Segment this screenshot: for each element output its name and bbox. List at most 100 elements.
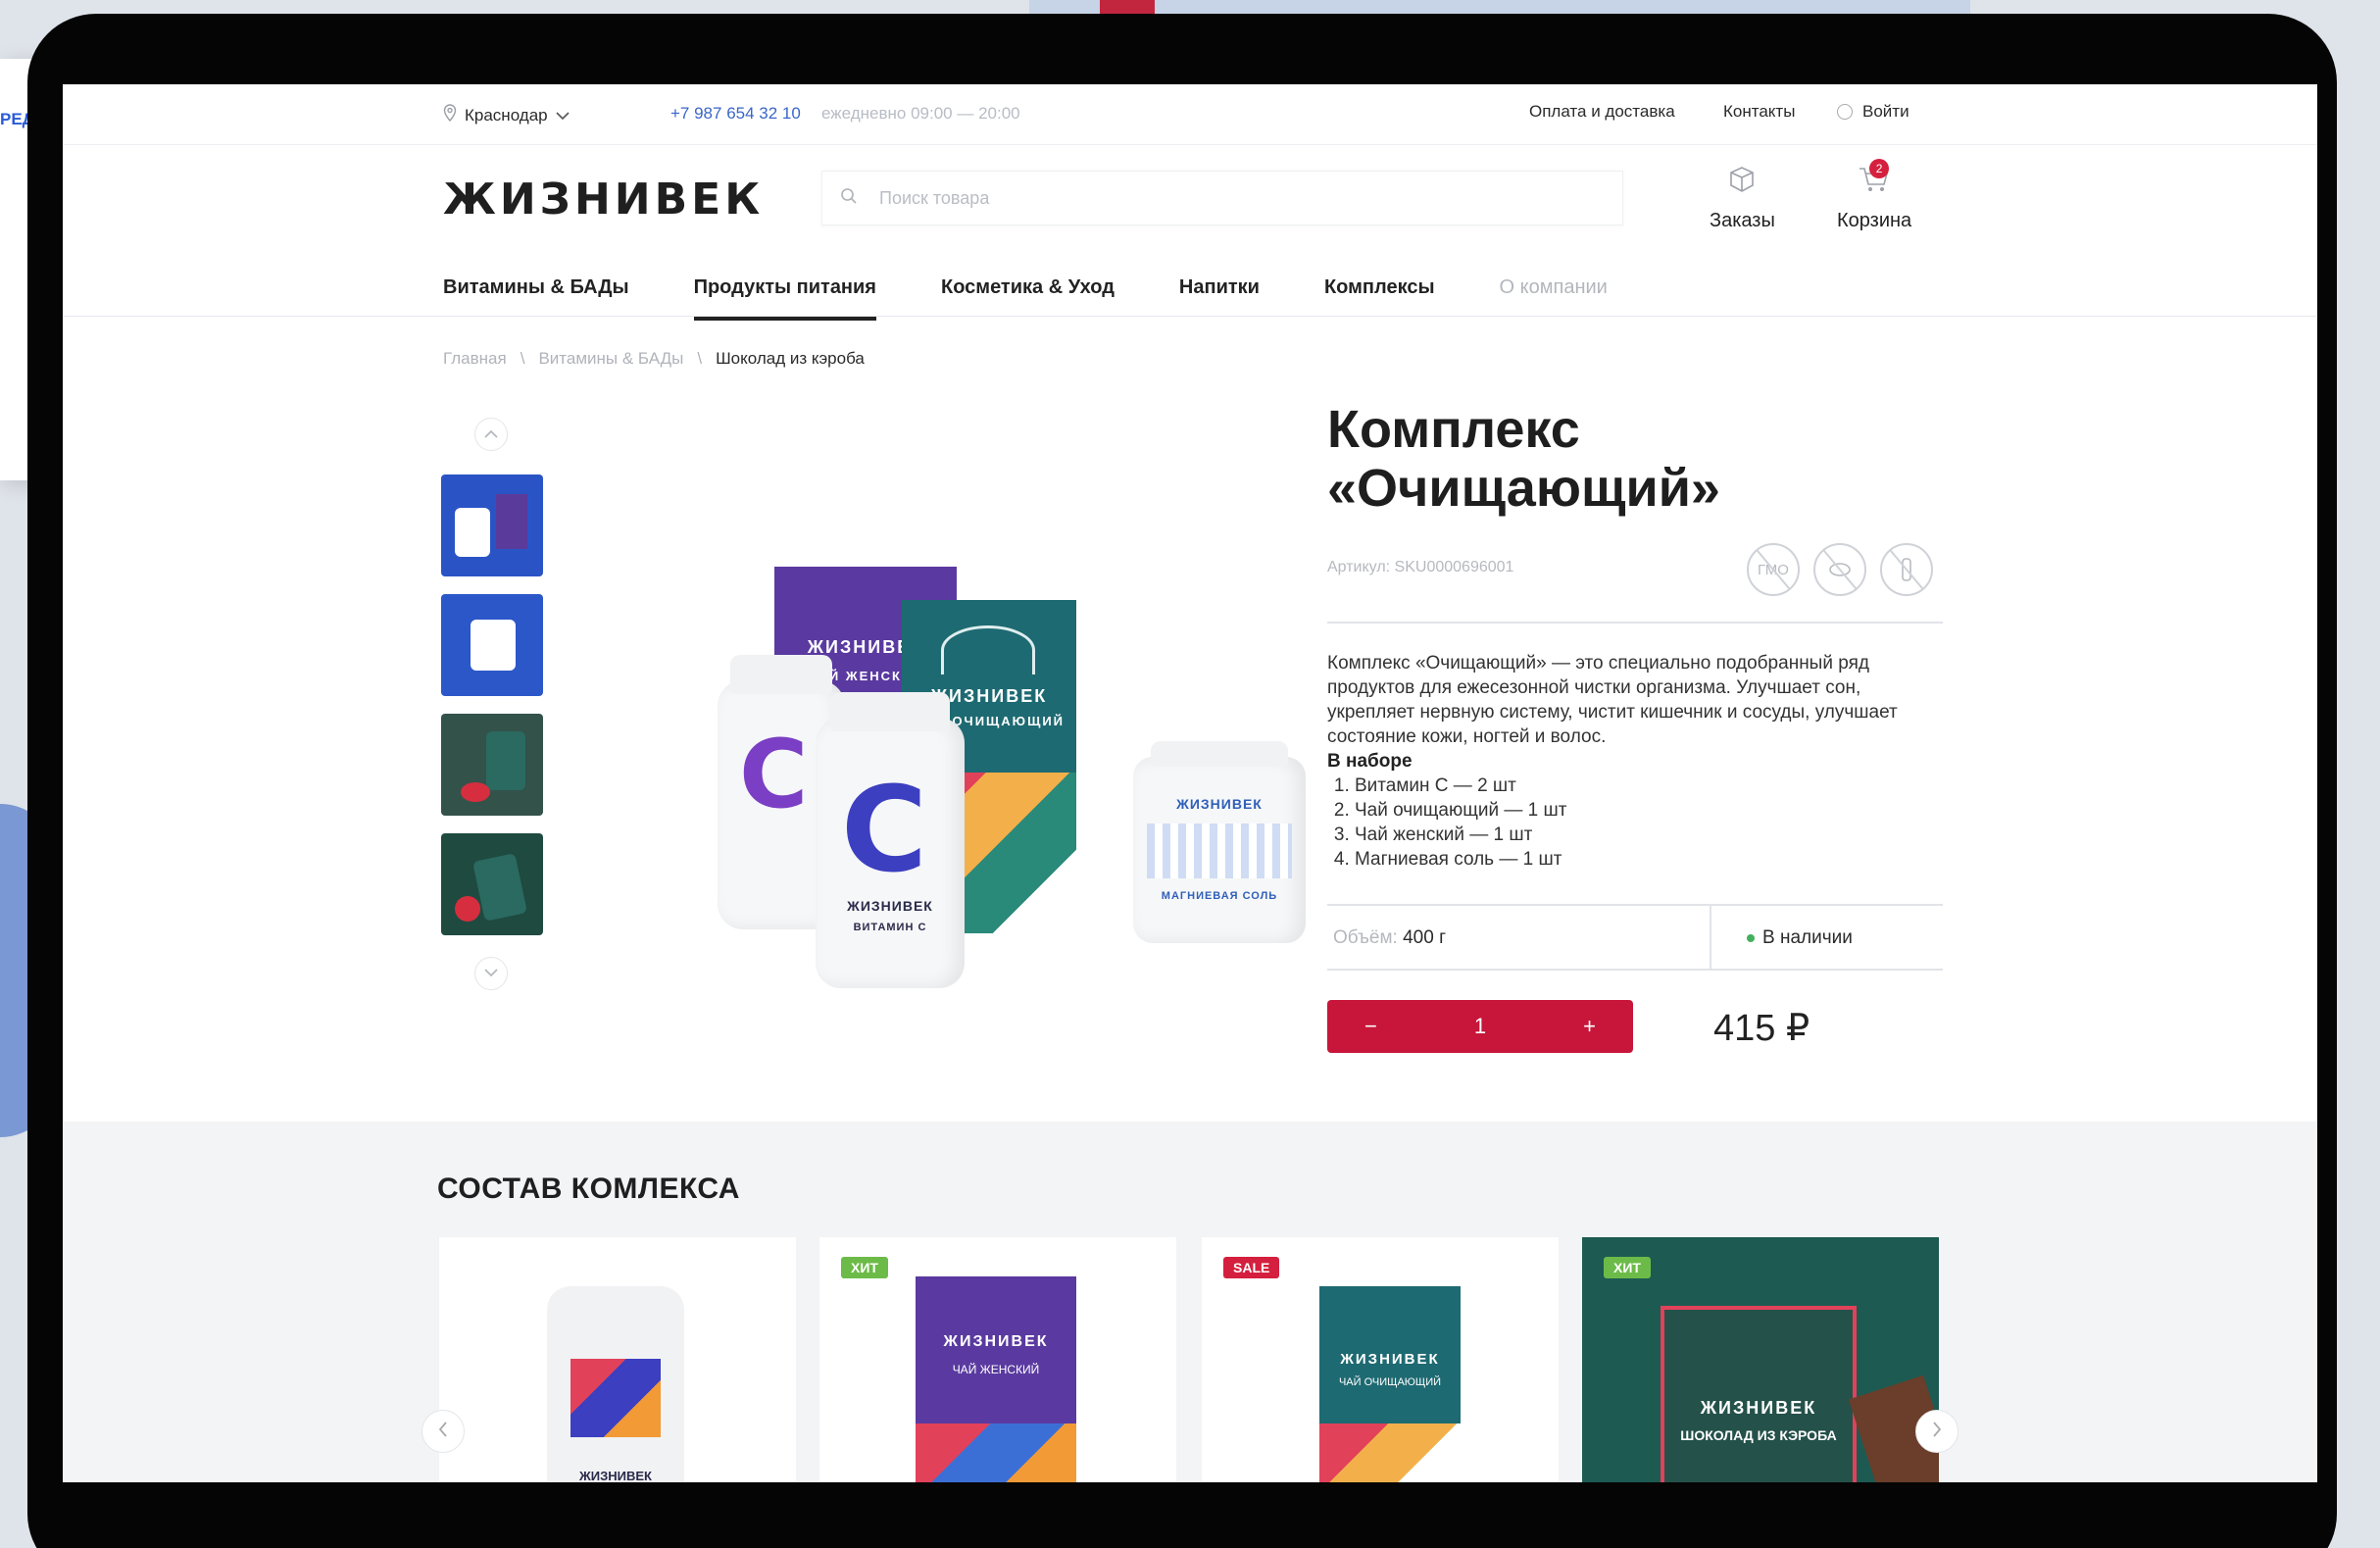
utility-bar: Краснодар +7 987 654 32 10 ежедневно 09:… bbox=[63, 84, 2317, 145]
carousel-next-button[interactable] bbox=[1915, 1410, 1959, 1453]
gallery-down-button[interactable] bbox=[474, 957, 508, 990]
breadcrumb-separator: \ bbox=[697, 349, 703, 368]
kit-item: Чай женский — 1 шт bbox=[1355, 823, 1945, 847]
gallery-up-button[interactable] bbox=[474, 418, 508, 451]
salt-brand: ЖИЗНИВЕК bbox=[1176, 796, 1263, 812]
product-card[interactable]: SALE ЖИЗНИВЕК ЧАЙ ОЧИЩАЮЩИЙ bbox=[1202, 1237, 1559, 1482]
search-input[interactable] bbox=[879, 187, 1565, 209]
card-product-image: ЖИЗНИВЕК ЧАЙ ЖЕНСКИЙ bbox=[916, 1276, 1076, 1482]
product-sku: Артикул: SKU0000696001 bbox=[1327, 559, 1513, 576]
chevron-left-icon bbox=[438, 1421, 448, 1443]
product-card[interactable]: ХИТ ЖИЗНИВЕК ЧАЙ ЖЕНСКИЙ bbox=[819, 1237, 1176, 1482]
volume-label: Объём: bbox=[1333, 927, 1398, 948]
in-stock-dot-icon bbox=[1747, 934, 1755, 942]
city-label: Краснодар bbox=[465, 105, 548, 125]
breadcrumb-category[interactable]: Витамины & БАДы bbox=[538, 349, 683, 369]
gallery-thumbnail[interactable] bbox=[441, 833, 543, 935]
product-card[interactable]: ХИТ ЖИЗНИВЕК ШОКОЛАД ИЗ КЭРОБА bbox=[1582, 1237, 1939, 1482]
gmo-label: ГМО bbox=[1758, 561, 1789, 578]
quantity-value[interactable]: 1 bbox=[1474, 1014, 1486, 1039]
sku-label: Артикул: bbox=[1327, 559, 1391, 575]
logo[interactable]: ЖИЗНИВЕК bbox=[443, 175, 764, 225]
sale-badge: SALE bbox=[1223, 1257, 1280, 1278]
hit-badge: ХИТ bbox=[1604, 1257, 1651, 1278]
breadcrumb-home[interactable]: Главная bbox=[443, 349, 507, 369]
chevron-up-icon bbox=[484, 425, 498, 443]
composition-title: СОСТАВ КОМЛЕКСА bbox=[437, 1173, 740, 1205]
composition-section bbox=[63, 1122, 2317, 1482]
increase-button[interactable]: + bbox=[1583, 1014, 1596, 1039]
product-price: 415 ₽ bbox=[1713, 1008, 1810, 1049]
volume-value: 400 г bbox=[1403, 927, 1447, 948]
card-product-image: ЖИЗНИВЕК ЧАЙ ОЧИЩАЮЩИЙ bbox=[1319, 1286, 1461, 1482]
orders-label: Заказы bbox=[1710, 210, 1775, 231]
tab-food[interactable]: Продукты питания bbox=[693, 276, 877, 321]
gallery-thumbnail[interactable] bbox=[441, 714, 543, 816]
nav-divider bbox=[63, 316, 2317, 317]
payment-delivery-link[interactable]: Оплата и доставка bbox=[1529, 102, 1675, 122]
breadcrumb-separator: \ bbox=[520, 349, 525, 368]
product-main-image[interactable]: ЖИЗНИВЕК ЧАЙ ЖЕНСКИЙ ЖИЗНИВЕК ЧАЙ ОЧИЩАЮ… bbox=[572, 463, 1317, 992]
hit-badge: ХИТ bbox=[841, 1257, 888, 1278]
contacts-link[interactable]: Контакты bbox=[1723, 102, 1795, 122]
search-bar[interactable] bbox=[821, 171, 1623, 225]
card-brand: ЖИЗНИВЕК bbox=[1700, 1398, 1817, 1418]
kit-list: Витамин С — 2 шт Чай очищающий — 1 шт Ча… bbox=[1355, 774, 1945, 872]
stock-status: В наличии bbox=[1747, 927, 1853, 949]
tab-cosmetics[interactable]: Косметика & Уход bbox=[941, 276, 1115, 321]
product-title-line: Комплекс bbox=[1327, 400, 1580, 459]
chevron-down-icon bbox=[556, 106, 570, 125]
gallery-thumbnail[interactable] bbox=[441, 594, 543, 696]
vitamin-jar-front: C ЖИЗНИВЕК ВИТАМИН С bbox=[816, 692, 965, 988]
chevron-right-icon bbox=[1932, 1421, 1942, 1443]
card-brand: ЖИЗНИВЕК bbox=[1340, 1351, 1440, 1368]
orders-button[interactable]: Заказы bbox=[1710, 165, 1775, 232]
kit-item: Магниевая соль — 1 шт bbox=[1355, 847, 1945, 872]
card-brand: ЖИЗНИВЕК bbox=[943, 1333, 1049, 1350]
vitamin-jar-brand: ЖИЗНИВЕК bbox=[847, 898, 933, 914]
no-sugar-icon bbox=[1880, 543, 1933, 596]
product-card[interactable]: ЖИЗНИВЕК bbox=[439, 1237, 796, 1482]
no-gmo-icon: ГМО bbox=[1747, 543, 1800, 596]
chevron-down-icon bbox=[484, 965, 498, 982]
kit-title: В наборе bbox=[1327, 751, 1413, 772]
breadcrumb-current: Шоколад из кэроба bbox=[716, 349, 865, 368]
tab-vitamins[interactable]: Витамины & БАДы bbox=[443, 276, 629, 321]
product-description: Комплекс «Очищающий» — это специально по… bbox=[1327, 651, 1945, 872]
salt-label: МАГНИЕВАЯ СОЛЬ bbox=[1161, 890, 1278, 902]
no-gluten-icon bbox=[1813, 543, 1866, 596]
row-separator bbox=[1710, 906, 1711, 969]
category-nav: Витамины & БАДы Продукты питания Космети… bbox=[443, 276, 1608, 321]
product-title-line: «Очищающий» bbox=[1327, 459, 1720, 518]
stock-label: В наличии bbox=[1762, 927, 1853, 948]
carousel-prev-button[interactable] bbox=[421, 1410, 465, 1453]
login-label: Войти bbox=[1862, 102, 1909, 121]
tab-complexes[interactable]: Комплексы bbox=[1324, 276, 1435, 321]
card-brand: ЖИЗНИВЕК bbox=[579, 1469, 652, 1482]
card-name: ШОКОЛАД ИЗ КЭРОБА bbox=[1680, 1427, 1837, 1443]
kit-item: Витамин С — 2 шт bbox=[1355, 774, 1945, 798]
magnesium-salt-tub: ЖИЗНИВЕК МАГНИЕВАЯ СОЛЬ bbox=[1133, 741, 1306, 943]
cart-label: Корзина bbox=[1837, 210, 1912, 231]
phone-link[interactable]: +7 987 654 32 10 bbox=[670, 104, 801, 124]
decrease-button[interactable]: − bbox=[1364, 1014, 1377, 1039]
cart-button[interactable]: 2 Корзина bbox=[1837, 159, 1912, 232]
card-product-image: ЖИЗНИВЕК bbox=[547, 1286, 684, 1482]
quantity-stepper: − 1 + bbox=[1327, 1000, 1633, 1053]
gallery-thumbnail[interactable] bbox=[441, 474, 543, 576]
cart-icon: 2 bbox=[1858, 159, 1891, 200]
city-selector[interactable]: Краснодар bbox=[443, 104, 570, 126]
cart-count-badge: 2 bbox=[1869, 159, 1890, 178]
login-button[interactable]: Войти bbox=[1837, 102, 1909, 122]
user-icon bbox=[1837, 104, 1853, 120]
working-hours: ежедневно 09:00 — 20:00 bbox=[821, 104, 1020, 123]
vitamin-jar-letter: C bbox=[739, 720, 809, 829]
sku-value: SKU0000696001 bbox=[1394, 559, 1514, 575]
volume-stock-row: Объём: 400 г В наличии bbox=[1327, 904, 1943, 971]
tab-drinks[interactable]: Напитки bbox=[1179, 276, 1260, 321]
card-name: ЧАЙ ОЧИЩАЮЩИЙ bbox=[1338, 1376, 1442, 1388]
product-title: Комплекс «Очищающий» bbox=[1327, 400, 1720, 518]
location-pin-icon bbox=[443, 104, 457, 126]
kit-item: Чай очищающий — 1 шт bbox=[1355, 798, 1945, 823]
tab-about[interactable]: О компании bbox=[1500, 276, 1608, 321]
